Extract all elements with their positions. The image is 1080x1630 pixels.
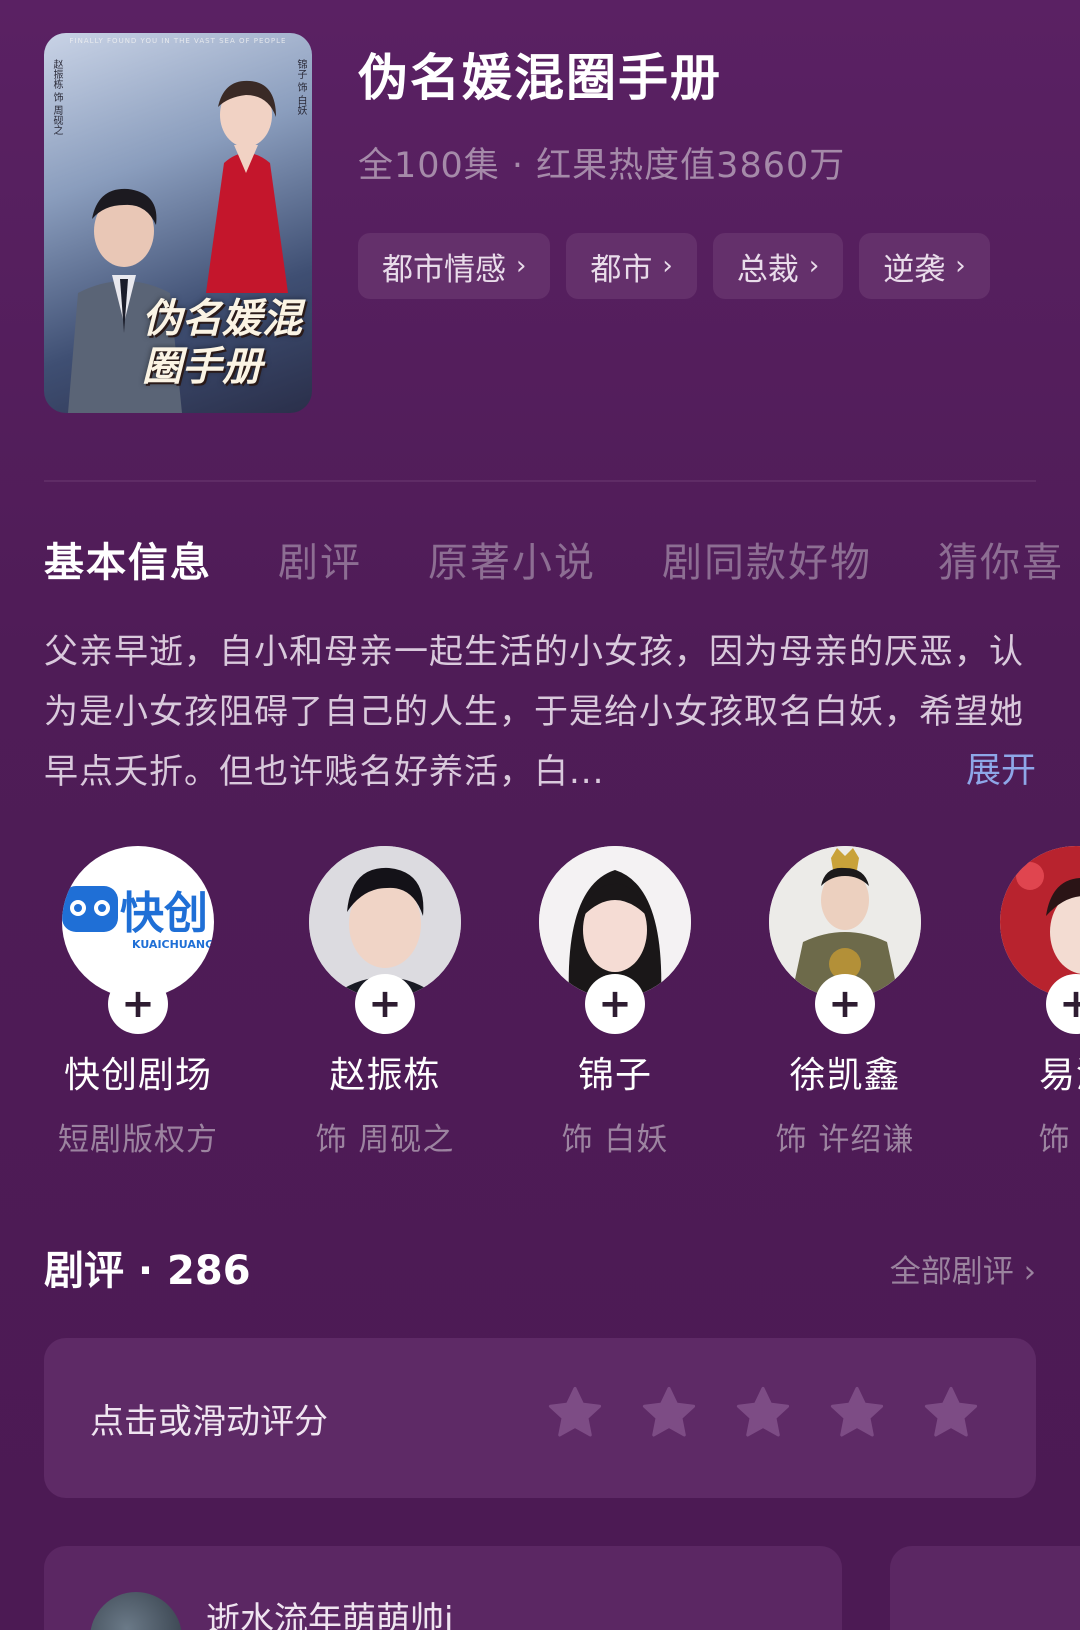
- follow-plus-icon[interactable]: +: [815, 974, 875, 1034]
- cast-name: 快创剧场: [63, 1055, 212, 1096]
- star-rating[interactable]: [544, 1382, 982, 1444]
- logo-text: 快创: [120, 888, 208, 939]
- expand-synopsis-link[interactable]: 展开: [966, 742, 1036, 793]
- chevron-right-icon: ›: [1023, 1254, 1036, 1290]
- logo-subtext: KUAICHUANG: [132, 938, 214, 951]
- chevron-right-icon: ›: [662, 251, 673, 281]
- cast-member[interactable]: 快创 KUAICHUANG + 快创剧场 短剧版权方: [22, 846, 254, 1159]
- follow-plus-icon[interactable]: +: [585, 974, 645, 1034]
- drama-title: 伪名媛混圈手册: [358, 49, 722, 107]
- cast-list: 快创 KUAICHUANG + 快创剧场 短剧版权方 + 赵振栋 饰 周砚之 +…: [0, 846, 1080, 1158]
- genre-tag[interactable]: 逆袭 ›: [859, 233, 990, 299]
- detail-tabs: 基本信息 剧评 原著小说 剧同款好物 猜你喜: [44, 530, 1064, 588]
- star-icon[interactable]: [920, 1382, 982, 1444]
- tab-merch[interactable]: 剧同款好物: [662, 530, 872, 588]
- cast-name: 赵振栋: [329, 1055, 441, 1096]
- all-reviews-link[interactable]: 全部剧评 ›: [890, 1246, 1036, 1291]
- cast-member[interactable]: + 赵振栋 饰 周砚之: [269, 846, 501, 1159]
- genre-tag-label: 都市: [590, 251, 653, 288]
- tab-recommend[interactable]: 猜你喜: [938, 530, 1064, 588]
- cast-role: 饰 白妖: [561, 1122, 669, 1158]
- cast-role: 短剧版权方: [58, 1122, 218, 1158]
- chevron-right-icon: ›: [516, 251, 527, 281]
- star-icon[interactable]: [732, 1382, 794, 1444]
- genre-tag[interactable]: 都市 ›: [566, 233, 697, 299]
- drama-subtitle: 全100集 · 红果热度值3860万: [358, 146, 846, 186]
- poster-credit-left: 赵振栋 饰 周砚之: [51, 59, 62, 136]
- rate-prompt: 点击或滑动评分: [90, 1402, 328, 1442]
- genre-tag-label: 都市情感: [382, 251, 506, 288]
- chevron-right-icon: ›: [808, 251, 820, 281]
- tab-original-novel[interactable]: 原著小说: [428, 530, 596, 588]
- genre-tag[interactable]: 总裁 ›: [712, 233, 844, 299]
- poster-title: 伪名媛混圈手册: [142, 295, 302, 390]
- star-icon[interactable]: [544, 1382, 606, 1444]
- poster-woman-figure: [206, 80, 288, 293]
- cast-name: 徐凯鑫: [789, 1055, 901, 1096]
- synopsis-text: 父亲早逝，自小和母亲一起生活的小女孩，因为母亲的厌恶，认为是小女孩阻碍了自己的人…: [44, 632, 1024, 792]
- poster-tagline: FINALLY FOUND YOU IN THE VAST SEA OF PEO…: [69, 37, 287, 45]
- star-icon[interactable]: [638, 1382, 700, 1444]
- star-icon[interactable]: [826, 1382, 888, 1444]
- drama-detail-page: FINALLY FOUND YOU IN THE VAST SEA OF PEO…: [0, 0, 1080, 1630]
- tab-reviews[interactable]: 剧评: [278, 530, 362, 588]
- tab-basic-info[interactable]: 基本信息: [44, 530, 212, 588]
- cast-member[interactable]: + 易沁 饰 许: [960, 846, 1080, 1159]
- follow-plus-icon[interactable]: +: [108, 974, 168, 1034]
- rating-card[interactable]: 点击或滑动评分: [44, 1338, 1036, 1498]
- genre-tag-label: 总裁: [736, 251, 799, 288]
- follow-plus-icon[interactable]: +: [355, 974, 415, 1034]
- avatar[interactable]: [90, 1592, 182, 1630]
- drama-poster[interactable]: FINALLY FOUND YOU IN THE VAST SEA OF PEO…: [44, 33, 312, 413]
- cast-role: 饰 许绍谦: [775, 1122, 915, 1158]
- comment-card[interactable]: [890, 1546, 1080, 1630]
- cast-role: 饰 许: [1038, 1122, 1080, 1158]
- cast-member[interactable]: + 徐凯鑫 饰 许绍谦: [729, 846, 961, 1159]
- cast-role: 饰 周砚之: [315, 1122, 455, 1158]
- all-reviews-label: 全部剧评: [889, 1254, 1014, 1290]
- section-divider: [44, 480, 1036, 482]
- comment-username[interactable]: 逝水流年萌萌帅i: [206, 1592, 453, 1630]
- genre-tag-label: 逆袭: [883, 251, 946, 288]
- cast-member[interactable]: + 锦子 饰 白妖: [499, 846, 731, 1159]
- chevron-right-icon: ›: [955, 251, 966, 281]
- genre-tags: 都市情感 › 都市 › 总裁 › 逆袭 ›: [358, 233, 990, 299]
- comment-card[interactable]: 逝水流年萌萌帅i: [44, 1546, 842, 1630]
- reviews-header: 剧评 · 286: [44, 1248, 251, 1294]
- genre-tag[interactable]: 都市情感 ›: [358, 233, 551, 299]
- cast-name: 易沁: [1038, 1055, 1080, 1096]
- cast-name: 锦子: [577, 1055, 652, 1096]
